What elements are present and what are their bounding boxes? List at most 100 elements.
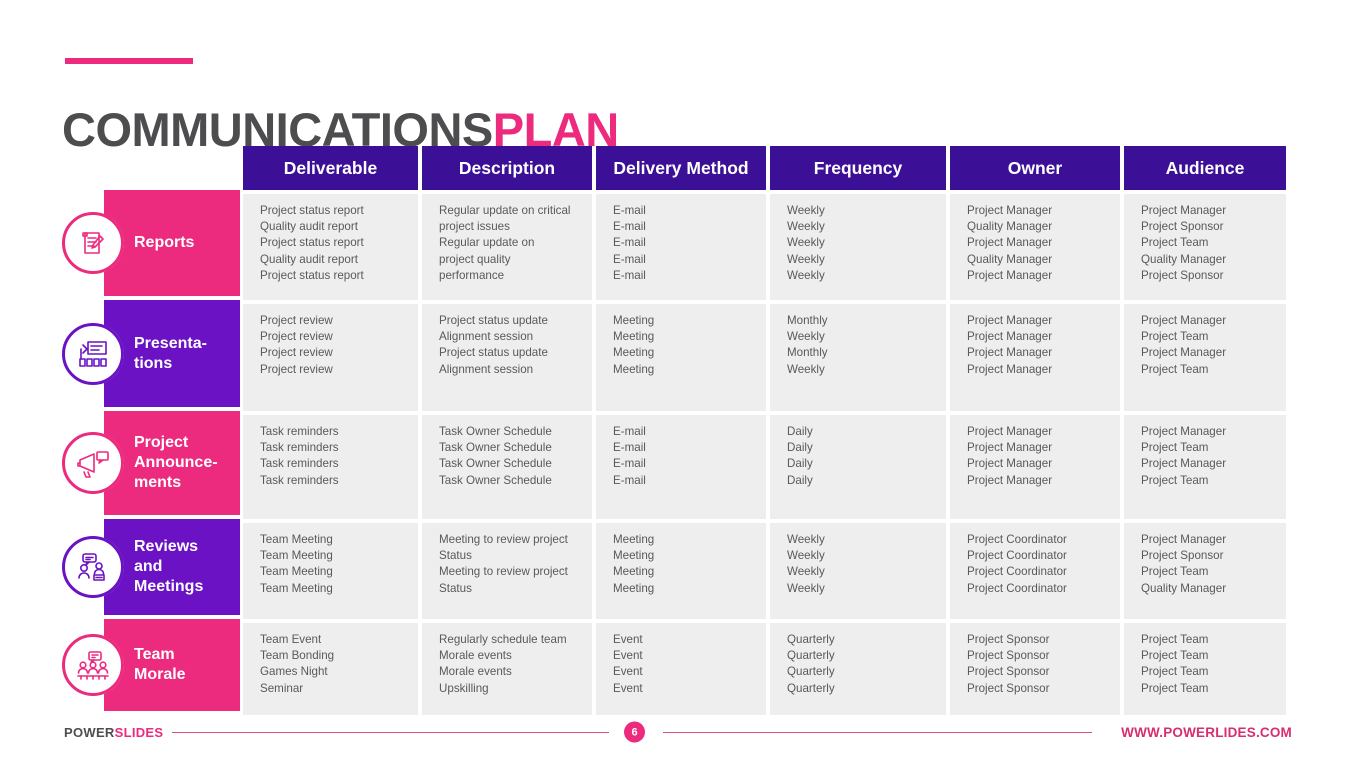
cell-line: Regularly schedule team bbox=[439, 633, 567, 646]
cell-line: Quarterly bbox=[787, 649, 835, 663]
cell-line: Project Manager bbox=[967, 362, 1053, 376]
cell-line: E-mail bbox=[613, 473, 646, 487]
category-presenta-tions[interactable]: Presenta-tions bbox=[0, 300, 243, 407]
category-reviewsandmeetings[interactable]: Reviews and Meetings bbox=[0, 519, 243, 615]
cell-line: E-mail bbox=[613, 441, 646, 455]
cell-line: Project Manager bbox=[967, 236, 1053, 250]
cell-line: Daily bbox=[787, 457, 813, 471]
cell-line: Project Manager bbox=[967, 268, 1053, 282]
cell-line: Project Manager bbox=[967, 425, 1053, 438]
cell-line: Team Meeting bbox=[260, 565, 333, 579]
footer: POWERSLIDES 6 WWW.POWERLIDES.COM bbox=[0, 712, 1365, 752]
column-header-audience: Audience bbox=[1124, 146, 1286, 190]
cell-line: Task Owner Schedule bbox=[439, 441, 552, 455]
category-bar: Presenta-tions bbox=[104, 300, 240, 407]
cell-line: project quality bbox=[439, 252, 511, 266]
footer-divider-right bbox=[663, 731, 1092, 733]
cell-line: Task Owner Schedule bbox=[439, 457, 552, 471]
cell-line: Project Team bbox=[1141, 441, 1209, 455]
cell-line: E-mail bbox=[613, 220, 646, 234]
column-header-deliverable: Deliverable bbox=[243, 146, 418, 190]
cell-line: Meeting bbox=[613, 533, 655, 546]
cell-line: Daily bbox=[787, 441, 813, 455]
table-cell: E-mail E-mail E-mail E-mail E-mail bbox=[596, 194, 766, 300]
cell-line: Project status report bbox=[260, 268, 364, 282]
cell-line: Project status update bbox=[439, 314, 548, 327]
cell-line: Project Team bbox=[1141, 681, 1209, 695]
cell-line: Weekly bbox=[787, 362, 825, 376]
cell-line: Quarterly bbox=[787, 681, 835, 695]
cell-line: Upskilling bbox=[439, 681, 489, 695]
category-projectannounce-ments[interactable]: Project Announce-ments bbox=[0, 411, 243, 515]
cell-line: Project Sponsor bbox=[967, 665, 1050, 679]
cell-line: E-mail bbox=[613, 236, 646, 250]
cell-line: Project Team bbox=[1141, 565, 1209, 579]
cell-line: Project status update bbox=[439, 346, 548, 360]
cell-line: E-mail bbox=[613, 425, 646, 438]
table-cell: Team Event Team Bonding Games Night Seminar bbox=[243, 623, 418, 715]
cell-line: Project Sponsor bbox=[967, 649, 1050, 663]
cell-line: Games Night bbox=[260, 665, 328, 679]
cell-line: Daily bbox=[787, 473, 813, 487]
team-group-morale-icon bbox=[62, 634, 124, 696]
column-header-delivery-method: Delivery Method bbox=[596, 146, 766, 190]
column-header-owner: Owner bbox=[950, 146, 1120, 190]
category-bar: Reports bbox=[104, 190, 240, 296]
table-cell: Project Coordinator Project Coordinator Pr… bbox=[950, 523, 1120, 619]
cell-line: Project review bbox=[260, 330, 333, 344]
cell-line: Team Meeting bbox=[260, 549, 333, 563]
table-cell: Meeting Meeting Meeting Meeting bbox=[596, 523, 766, 619]
cell-line: Meeting to review project bbox=[439, 565, 568, 579]
cell-line: Regular update on bbox=[439, 236, 535, 250]
cell-line: Monthly bbox=[787, 346, 828, 360]
category-reports[interactable]: Reports bbox=[0, 190, 243, 296]
cell-line: E-mail bbox=[613, 457, 646, 471]
cell-line: Quality audit report bbox=[260, 220, 358, 234]
cell-line: Project Coordinator bbox=[967, 565, 1067, 579]
cell-line: Quarterly bbox=[787, 665, 835, 679]
table-cell: Project review Project review Project revi… bbox=[243, 304, 418, 411]
cell-line: Team Meeting bbox=[260, 581, 333, 595]
cell-line: Weekly bbox=[787, 533, 825, 546]
cell-line: Quality Manager bbox=[1141, 581, 1227, 595]
cell-line: Quality Manager bbox=[967, 220, 1053, 234]
table-cell: Project Manager Project Team Project Manag… bbox=[1124, 304, 1286, 411]
cell-line: Project Manager bbox=[967, 204, 1053, 217]
table-cell: Project Team Project Team Project Team Proj… bbox=[1124, 623, 1286, 715]
cell-line: Seminar bbox=[260, 681, 304, 695]
cell-line: Meeting to review project bbox=[439, 533, 568, 546]
table-cell: Meeting Meeting Meeting Meeting bbox=[596, 304, 766, 411]
cell-line: Project Team bbox=[1141, 649, 1209, 663]
table-cell: Project Manager Project Manager Project Ma… bbox=[950, 304, 1120, 411]
cell-line: Weekly bbox=[787, 220, 825, 234]
megaphone-announcement-icon bbox=[62, 432, 124, 494]
brand-logo-accent: SLIDES bbox=[114, 724, 164, 740]
category-teammorale[interactable]: Team Morale bbox=[0, 619, 243, 711]
cell-line: Event bbox=[613, 633, 643, 646]
column-header-frequency: Frequency bbox=[770, 146, 946, 190]
cell-line: Project Manager bbox=[1141, 425, 1227, 438]
cell-line: Project Manager bbox=[1141, 533, 1227, 546]
cell-line: Weekly bbox=[787, 236, 825, 250]
table-row: Team Meeting Team Meeting Team Meeting Team… bbox=[243, 523, 1290, 619]
report-document-pen-icon bbox=[62, 212, 124, 274]
cell-line: Weekly bbox=[787, 565, 825, 579]
cell-line: Project Manager bbox=[1141, 204, 1227, 217]
cell-line: Project Manager bbox=[1141, 457, 1227, 471]
presentation-board-icon bbox=[62, 322, 124, 385]
table-cell: Project Sponsor Project Sponsor Project Sp… bbox=[950, 623, 1120, 715]
cell-line: Daily bbox=[787, 425, 813, 438]
cell-line: Project Team bbox=[1141, 236, 1209, 250]
cell-line: Project Sponsor bbox=[967, 681, 1050, 695]
table-cell: Project Manager Project Manager Project Ma… bbox=[950, 415, 1120, 519]
cell-line: E-mail bbox=[613, 252, 646, 266]
cell-line: Task reminders bbox=[260, 473, 339, 487]
cell-line: Team Event bbox=[260, 633, 322, 646]
table-cell: Weekly Weekly Weekly Weekly bbox=[770, 523, 946, 619]
cell-line: Project Manager bbox=[967, 314, 1053, 327]
category-rail: Reports Presenta-tions Project Announce-men… bbox=[0, 146, 243, 711]
cell-line: performance bbox=[439, 268, 505, 282]
cell-line: Project Manager bbox=[967, 473, 1053, 487]
cell-line: Task Owner Schedule bbox=[439, 425, 552, 438]
cell-line: Weekly bbox=[787, 252, 825, 266]
